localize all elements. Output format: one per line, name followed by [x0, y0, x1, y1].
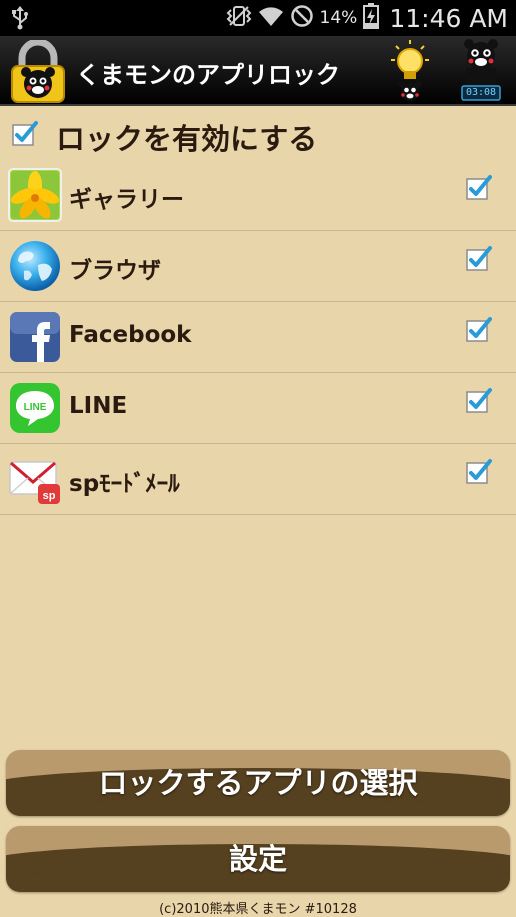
list-item[interactable]: Facebook [0, 302, 516, 373]
copyright-text: (c)2010熊本県くまモン #10128 [159, 902, 357, 917]
status-bar: 14% 11:46 AM [0, 0, 516, 36]
settings-button[interactable]: 設定 [6, 826, 510, 892]
lightbulb-kumamon-icon[interactable] [388, 38, 432, 102]
timer-display: 03:08 [465, 87, 497, 98]
list-item[interactable]: LINE LINE [0, 373, 516, 444]
app-label-gallery: ギャラリー [69, 187, 184, 213]
do-not-disturb-icon [290, 4, 314, 32]
app-label-line: LINE [69, 393, 128, 419]
list-item[interactable]: sp spﾓｰﾄﾞﾒｰﾙ [0, 444, 516, 515]
sp-mode-mail-icon: sp [8, 452, 62, 506]
browser-icon [8, 239, 62, 293]
list-item[interactable]: ギャラリー [0, 160, 516, 231]
line-icon: LINE [8, 381, 62, 435]
settings-button-label: 設定 [228, 842, 287, 876]
select-apps-button-label: ロックするアプリの選択 [98, 766, 418, 800]
svg-text:sp: sp [43, 490, 56, 502]
app-label-facebook: Facebook [69, 322, 192, 348]
clock: 11:46 AM [389, 3, 508, 33]
title-bar: くまモンのアプリロック 03:08 [0, 36, 516, 106]
padlock-kumamon-icon [8, 38, 68, 104]
app-checkbox-facebook[interactable] [466, 316, 492, 342]
gallery-icon [8, 168, 62, 222]
enable-lock-checkbox[interactable] [12, 120, 38, 146]
list-item[interactable]: ブラウザ [0, 231, 516, 302]
app-label-browser: ブラウザ [69, 258, 161, 284]
vibrate-icon [226, 5, 252, 31]
enable-lock-label: ロックを有効にする [56, 122, 318, 156]
app-checkbox-browser[interactable] [466, 245, 492, 271]
facebook-icon [8, 310, 62, 364]
app-list: ギャラリー ブラウザ Facebook LINE LINE sp spﾓｰﾄﾞﾒ… [0, 160, 516, 515]
usb-icon [10, 6, 30, 34]
app-checkbox-line[interactable] [466, 387, 492, 413]
app-checkbox-gallery[interactable] [466, 174, 492, 200]
battery-charging-icon [363, 3, 380, 33]
enable-lock-row[interactable]: ロックを有効にする [0, 106, 516, 160]
app-title: くまモンのアプリロック [76, 61, 340, 89]
app-label-sp-mode-mail: spﾓｰﾄﾞﾒｰﾙ [69, 471, 180, 497]
select-apps-button[interactable]: ロックするアプリの選択 [6, 750, 510, 816]
wifi-icon [258, 4, 284, 32]
app-checkbox-sp-mode-mail[interactable] [466, 458, 492, 484]
svg-text:LINE: LINE [24, 402, 47, 413]
battery-percent: 14% [319, 8, 358, 28]
